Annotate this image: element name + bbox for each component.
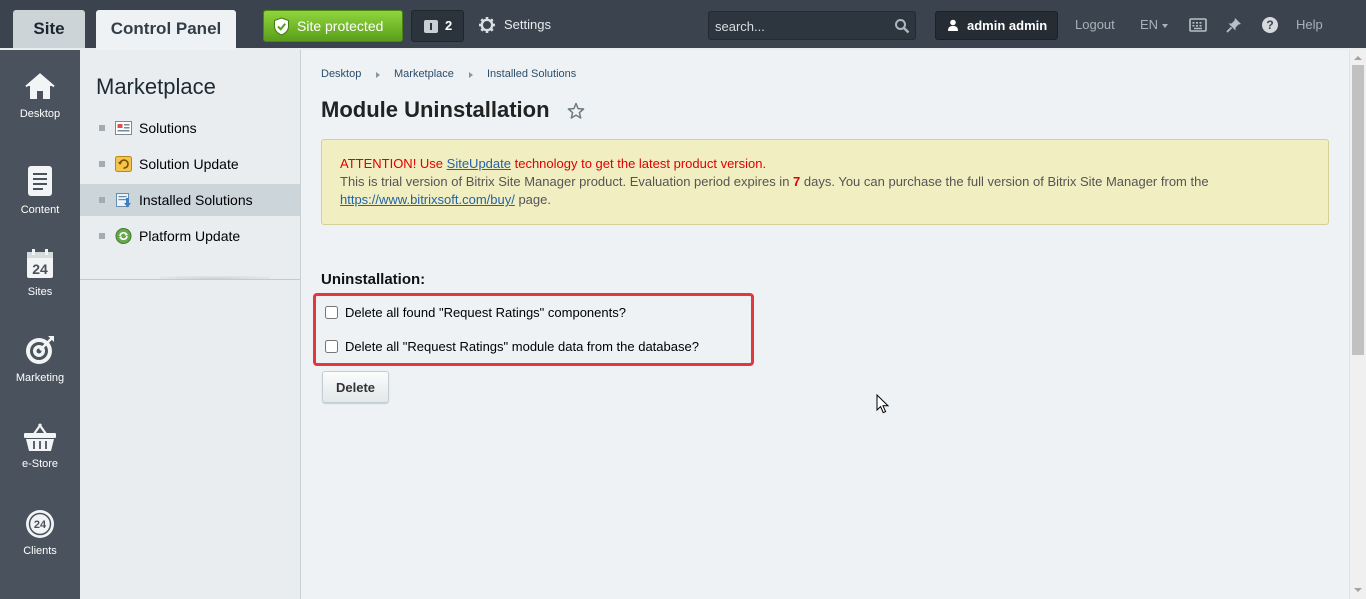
- sites-badge: 24: [32, 261, 48, 277]
- left-navigation: Desktop Content 24 Sites Marketing e-Sto…: [0, 50, 80, 599]
- menu-title: Marketplace: [96, 74, 216, 99]
- nav-clients[interactable]: 24 Clients: [0, 509, 80, 557]
- bullet-icon: [99, 161, 105, 167]
- calendar-24-icon: 24: [27, 249, 53, 278]
- search-box: [708, 11, 916, 40]
- language-value: EN: [1140, 17, 1159, 32]
- breadcrumb-chevron-icon: [469, 72, 473, 78]
- alert-trial-suffix: days. You can purchase the full version …: [800, 174, 1209, 189]
- siteupdate-link[interactable]: SiteUpdate: [447, 156, 511, 171]
- logout-link[interactable]: Logout: [1075, 15, 1115, 35]
- menu-item-solution-update[interactable]: Solution Update: [80, 148, 300, 180]
- nav-desktop[interactable]: Desktop: [0, 72, 80, 120]
- alert-attention-suffix: technology to get the latest product ver…: [510, 156, 767, 171]
- bullet-icon: [99, 233, 105, 239]
- clients-badge: 24: [34, 519, 47, 531]
- alert-attention-prefix: ATTENTION! Use: [340, 156, 447, 171]
- user-icon: [948, 19, 958, 31]
- alert-trial-line: This is trial version of Bitrix Site Man…: [340, 174, 1209, 189]
- marketplace-menu: Marketplace Solutions Solution Update In…: [80, 50, 301, 599]
- breadcrumb-marketplace[interactable]: Marketplace: [394, 68, 454, 80]
- breadcrumb-desktop[interactable]: Desktop: [321, 68, 361, 80]
- solution-update-icon: [115, 156, 132, 172]
- help-icon[interactable]: ?: [1261, 16, 1279, 34]
- buy-link[interactable]: https://www.bitrixsoft.com/buy/: [340, 192, 515, 207]
- gear-icon: [479, 17, 495, 33]
- chevron-down-icon: [1162, 23, 1169, 28]
- document-icon: [28, 166, 52, 196]
- breadcrumb-chevron-icon: [376, 72, 380, 78]
- menu-item-platform-update[interactable]: Platform Update: [80, 220, 300, 252]
- keyboard-icon[interactable]: [1189, 16, 1207, 34]
- menu-item-label: Installed Solutions: [139, 192, 253, 208]
- language-selector[interactable]: EN: [1140, 15, 1169, 35]
- delete-button[interactable]: Delete: [322, 371, 389, 403]
- site-protected-button[interactable]: Site protected: [263, 10, 403, 42]
- star-icon[interactable]: [567, 102, 585, 120]
- help-link[interactable]: Help: [1296, 15, 1323, 35]
- nav-clients-label: Clients: [23, 545, 57, 557]
- alert-trial-prefix: This is trial version of Bitrix Site Man…: [340, 174, 794, 189]
- nav-sites-label: Sites: [27, 286, 53, 298]
- nav-estore[interactable]: e-Store: [0, 422, 80, 470]
- delete-data-checkbox[interactable]: [325, 340, 338, 353]
- delete-components-checkbox[interactable]: [325, 306, 338, 319]
- search-input[interactable]: [715, 16, 885, 36]
- menu-item-label: Platform Update: [139, 228, 241, 244]
- page-title: Module Uninstallation: [321, 97, 550, 122]
- site-tab[interactable]: Site: [13, 10, 85, 48]
- notifications-count: 2: [445, 18, 453, 33]
- uninstallation-heading: Uninstallation:: [321, 271, 426, 288]
- solutions-icon: [115, 121, 132, 135]
- nav-marketing-label: Marketing: [15, 372, 65, 384]
- notification-icon: [424, 20, 438, 33]
- home-icon: [25, 73, 55, 99]
- settings-label: Settings: [504, 17, 551, 32]
- search-icon[interactable]: [894, 18, 910, 34]
- bullet-icon: [99, 125, 105, 131]
- target-icon: [26, 336, 54, 364]
- alert-buy-suffix: page.: [514, 192, 551, 207]
- menu-item-installed-solutions[interactable]: Installed Solutions: [80, 184, 300, 216]
- breadcrumb-installed-solutions[interactable]: Installed Solutions: [487, 68, 576, 80]
- user-name: admin admin: [967, 18, 1048, 33]
- menu-item-solutions[interactable]: Solutions: [80, 112, 300, 144]
- svg-text:?: ?: [1266, 18, 1273, 32]
- page-scrollbar[interactable]: [1349, 50, 1366, 599]
- top-bar: Site Control Panel Site protected 2 Sett…: [0, 0, 1366, 50]
- nav-desktop-label: Desktop: [19, 108, 61, 120]
- site-protected-label: Site protected: [297, 18, 384, 34]
- scroll-up-icon[interactable]: [1354, 56, 1362, 60]
- pin-icon[interactable]: [1225, 16, 1243, 34]
- menu-item-label: Solutions: [139, 120, 197, 136]
- nav-content-label: Content: [20, 204, 60, 216]
- installed-solutions-icon: [116, 193, 131, 208]
- scroll-thumb[interactable]: [1352, 65, 1364, 355]
- nav-marketing[interactable]: Marketing: [0, 334, 80, 384]
- user-menu-button[interactable]: admin admin: [935, 11, 1058, 40]
- mouse-cursor-icon: [876, 394, 890, 414]
- trial-alert: ATTENTION! Use SiteUpdate technology to …: [321, 139, 1329, 225]
- notifications-button[interactable]: 2: [411, 10, 464, 42]
- basket-icon: [24, 423, 56, 451]
- nav-sites[interactable]: 24 Sites: [0, 248, 80, 298]
- delete-components-label: Delete all found "Request Ratings" compo…: [345, 305, 626, 320]
- nav-estore-label: e-Store: [21, 458, 59, 470]
- clients-24-icon: 24: [26, 510, 54, 538]
- bullet-icon: [99, 197, 105, 203]
- delete-data-label: Delete all "Request Ratings" module data…: [345, 339, 699, 354]
- shield-check-icon: [274, 17, 289, 36]
- scroll-down-icon[interactable]: [1354, 588, 1362, 592]
- nav-content[interactable]: Content: [0, 164, 80, 216]
- menu-item-label: Solution Update: [139, 156, 239, 172]
- main-content: Desktop Marketplace Installed Solutions …: [301, 50, 1349, 599]
- alert-attention-line: ATTENTION! Use SiteUpdate technology to …: [340, 156, 766, 171]
- control-panel-tab[interactable]: Control Panel: [96, 10, 236, 50]
- menu-divider: [80, 276, 300, 280]
- platform-update-icon: [115, 228, 132, 244]
- alert-buy-line: https://www.bitrixsoft.com/buy/ page.: [340, 192, 551, 207]
